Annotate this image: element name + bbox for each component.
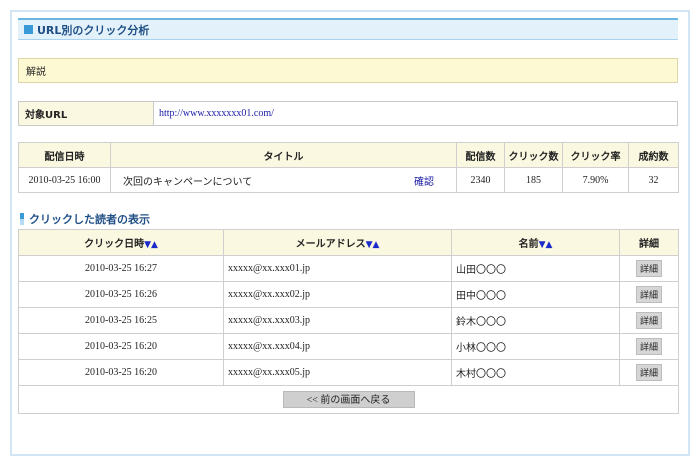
col-conversions: 成約数 [628,142,679,168]
table-row: 2010-03-25 16:20 xxxxx@xx.xxx05.jp 木村〇〇〇… [18,359,679,386]
click-rate: 7.90% [562,167,629,193]
col-email-label: メールアドレス [295,239,366,250]
readers-section-header: クリックした読者の表示 [20,211,150,227]
detail-button[interactable]: 詳細 [635,338,662,355]
reader-name: 木村〇〇〇 [451,359,620,386]
readers-table: クリック日時▼▲ メールアドレス▼▲ 名前▼▲ 詳細 2010-03-25 16… [18,229,679,414]
conversion-count: 32 [628,167,679,193]
target-url-label: 対象URL [19,102,154,125]
email-address: xxxxx@xx.xxx01.jp [223,255,452,282]
email-address: xxxxx@xx.xxx02.jp [223,281,452,308]
click-date: 2010-03-25 16:20 [18,359,224,386]
detail-cell: 詳細 [619,359,679,386]
mail-title-cell: 次回のキャンペーンについて 確認 [110,167,457,193]
detail-cell: 詳細 [619,333,679,360]
back-button[interactable]: << 前の画面へ戻る [282,391,415,408]
back-row: << 前の画面へ戻る [18,385,679,414]
click-date: 2010-03-25 16:26 [18,281,224,308]
target-url-box: 対象URL http://www.xxxxxxx01.com/ [18,101,678,126]
click-date: 2010-03-25 16:27 [18,255,224,282]
section-header: URL別のクリック分析 [18,18,678,40]
sort-email-icon[interactable]: ▼▲ [366,240,380,250]
col-click-rate: クリック率 [562,142,629,168]
table-row: 2010-03-25 16:25 xxxxx@xx.xxx03.jp 鈴木〇〇〇… [18,307,679,334]
reader-name: 小林〇〇〇 [451,333,620,360]
sent-count: 2340 [456,167,505,193]
email-address: xxxxx@xx.xxx03.jp [223,307,452,334]
detail-cell: 詳細 [619,281,679,308]
page-title: URL別のクリック分析 [37,23,150,37]
mail-title: 次回のキャンペーンについて [123,176,253,188]
sort-click-date-icon[interactable]: ▼▲ [144,240,158,250]
reader-name: 山田〇〇〇 [451,255,620,282]
click-date: 2010-03-25 16:20 [18,333,224,360]
detail-button[interactable]: 詳細 [635,312,662,329]
col-title: タイトル [110,142,457,168]
col-name-label: 名前 [518,239,539,250]
table-row: 2010-03-25 16:26 xxxxx@xx.xxx02.jp 田中〇〇〇… [18,281,679,308]
confirm-link[interactable]: 確認 [414,173,434,188]
summary-header-row: 配信日時 タイトル 配信数 クリック数 クリック率 成約数 [18,142,679,168]
email-address: xxxxx@xx.xxx05.jp [223,359,452,386]
click-count: 185 [504,167,563,193]
col-delivery-date: 配信日時 [18,142,111,168]
back-cell: << 前の画面へ戻る [18,385,679,414]
delivery-date: 2010-03-25 16:00 [18,167,111,193]
detail-cell: 詳細 [619,255,679,282]
delivery-summary-table: 配信日時 タイトル 配信数 クリック数 クリック率 成約数 2010-03-25… [18,142,679,193]
col-click-date: クリック日時▼▲ [18,229,224,256]
detail-cell: 詳細 [619,307,679,334]
section-bar-icon [20,213,24,225]
table-row: 2010-03-25 16:20 xxxxx@xx.xxx04.jp 小林〇〇〇… [18,333,679,360]
col-email: メールアドレス▼▲ [223,229,452,256]
col-name: 名前▼▲ [451,229,620,256]
target-url-value: http://www.xxxxxxx01.com/ [159,108,274,119]
explanation-box: 解説 [18,58,678,83]
reader-name: 田中〇〇〇 [451,281,620,308]
col-sent: 配信数 [456,142,505,168]
sort-name-icon[interactable]: ▼▲ [539,240,553,250]
explanation-label: 解説 [26,67,46,78]
col-detail: 詳細 [619,229,679,256]
readers-header-row: クリック日時▼▲ メールアドレス▼▲ 名前▼▲ 詳細 [18,229,679,256]
click-date: 2010-03-25 16:25 [18,307,224,334]
detail-button[interactable]: 詳細 [635,286,662,303]
readers-section-title: クリックした読者の表示 [29,213,150,226]
reader-name: 鈴木〇〇〇 [451,307,620,334]
col-clicks: クリック数 [504,142,563,168]
detail-button[interactable]: 詳細 [635,260,662,277]
email-address: xxxxx@xx.xxx04.jp [223,333,452,360]
summary-row: 2010-03-25 16:00 次回のキャンペーンについて 確認 2340 1… [18,167,679,193]
col-click-date-label: クリック日時 [84,239,145,250]
square-bullet-icon [24,25,33,34]
table-row: 2010-03-25 16:27 xxxxx@xx.xxx01.jp 山田〇〇〇… [18,255,679,282]
detail-button[interactable]: 詳細 [635,364,662,381]
